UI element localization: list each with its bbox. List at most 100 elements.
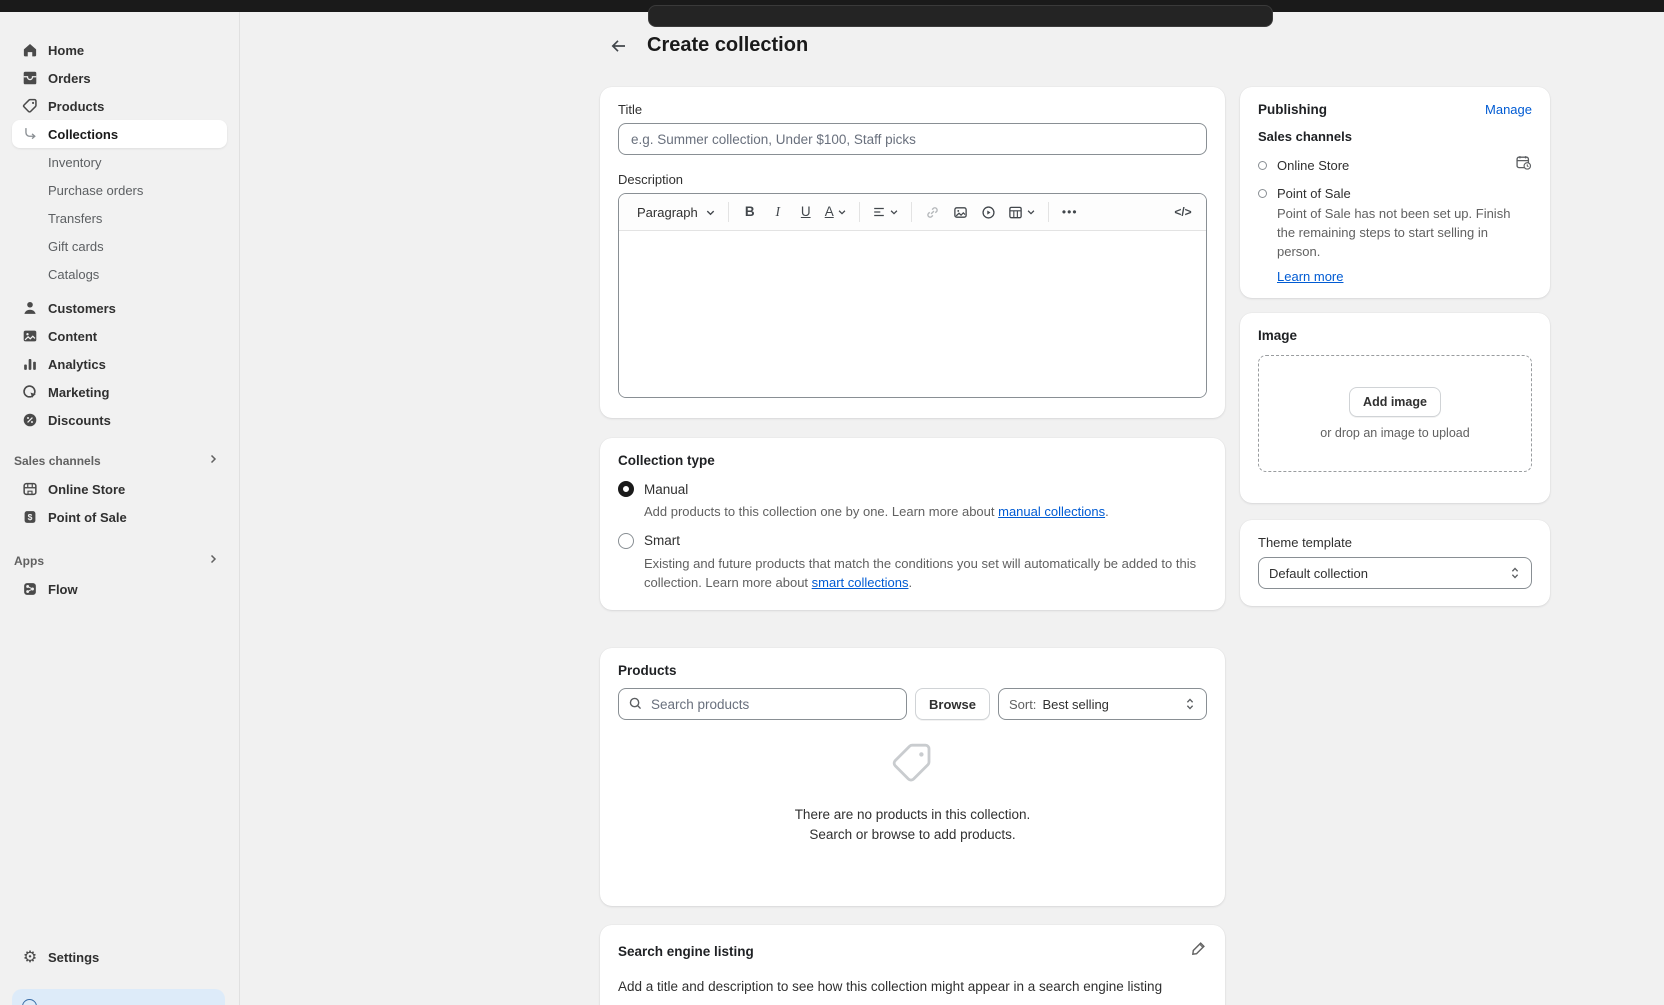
sidebar-item-transfers[interactable]: Transfers <box>12 204 227 232</box>
image-heading: Image <box>1258 328 1532 343</box>
sidebar-item-label: Gift cards <box>48 239 104 254</box>
sales-channels-subheading: Sales channels <box>1258 129 1532 144</box>
sidebar-item-purchase-orders[interactable]: Purchase orders <box>12 176 227 204</box>
sidebar-item-home[interactable]: Home <box>12 36 227 64</box>
chevron-down-icon <box>705 207 716 218</box>
sidebar-item-label: Home <box>48 43 84 58</box>
channel-status-icon <box>1258 189 1267 198</box>
sort-select[interactable]: Sort: Best selling <box>998 688 1207 720</box>
sidebar-item-analytics[interactable]: Analytics <box>12 350 227 378</box>
sidebar-item-customers[interactable]: Customers <box>12 294 227 322</box>
description-textarea[interactable] <box>619 231 1206 397</box>
play-circle-icon <box>981 205 996 220</box>
sidebar-item-label: Purchase orders <box>48 183 143 198</box>
more-options-button[interactable]: ••• <box>1057 199 1083 225</box>
products-empty-state: There are no products in this collection… <box>618 740 1207 844</box>
pos-setup-note: Point of Sale has not been set up. Finis… <box>1277 205 1532 262</box>
chevron-down-icon <box>837 207 847 217</box>
add-image-button[interactable]: Add image <box>1349 387 1441 417</box>
sidebar-item-inventory[interactable]: Inventory <box>12 148 227 176</box>
toolbar-divider <box>911 202 912 222</box>
table-dropdown[interactable] <box>1004 199 1040 225</box>
schedule-calendar-icon[interactable] <box>1515 154 1532 176</box>
manual-collections-link[interactable]: manual collections <box>998 504 1105 519</box>
sidebar-item-label: Catalogs <box>48 267 99 282</box>
image-dropzone[interactable]: Add image or drop an image to upload <box>1258 355 1532 472</box>
sidebar-bottom-banner[interactable] <box>12 989 225 1005</box>
browse-button[interactable]: Browse <box>915 688 990 720</box>
edit-pencil-icon[interactable] <box>1190 940 1207 962</box>
rich-text-editor: Paragraph B I U A <box>618 193 1207 398</box>
sidebar-item-products[interactable]: Products <box>12 92 227 120</box>
manage-link[interactable]: Manage <box>1485 102 1532 117</box>
radio-selected-icon[interactable] <box>618 481 634 497</box>
sidebar-item-point-of-sale[interactable]: $ Point of Sale <box>12 503 227 531</box>
products-controls: Browse Sort: Best selling <box>618 688 1207 720</box>
pos-icon: $ <box>20 507 40 527</box>
bold-button[interactable]: B <box>737 199 763 225</box>
show-html-button[interactable]: </> <box>1170 199 1196 225</box>
sidebar-item-label: Collections <box>48 127 118 142</box>
gear-icon: ⚙ <box>20 947 40 967</box>
alignment-dropdown[interactable] <box>868 199 903 225</box>
products-heading: Products <box>618 663 1207 678</box>
sidebar-item-marketing[interactable]: Marketing <box>12 378 227 406</box>
sidebar-item-orders[interactable]: Orders <box>12 64 227 92</box>
learn-more-link[interactable]: Learn more <box>1277 269 1343 284</box>
storefront-icon <box>20 479 40 499</box>
sidebar-nav: Home Orders Products Collections Invento… <box>0 12 240 1005</box>
smart-collections-link[interactable]: smart collections <box>812 575 909 590</box>
person-icon <box>20 298 40 318</box>
channel-row-point-of-sale: Point of Sale <box>1258 186 1532 201</box>
manual-description: Add products to this collection one by o… <box>644 502 1207 522</box>
card-title-description: Title Description Paragraph B I U A <box>600 87 1225 418</box>
sidebar-item-content[interactable]: Content <box>12 322 227 350</box>
channel-status-icon <box>1258 161 1267 170</box>
insert-image-button[interactable] <box>948 199 974 225</box>
topbar-search-field[interactable] <box>648 5 1273 27</box>
chevron-down-icon <box>1026 207 1036 217</box>
paragraph-style-dropdown[interactable]: Paragraph <box>629 199 720 225</box>
sidebar-item-online-store[interactable]: Online Store <box>12 475 227 503</box>
search-products-input[interactable] <box>618 688 907 720</box>
title-input[interactable] <box>618 123 1207 155</box>
card-collection-type: Collection type Manual Add products to t… <box>600 438 1225 610</box>
sidebar-item-label: Orders <box>48 71 91 86</box>
card-theme-template: Theme template Default collection <box>1240 520 1550 606</box>
radio-smart[interactable]: Smart <box>618 533 1207 549</box>
sidebar-item-label: Point of Sale <box>48 510 127 525</box>
sidebar-item-gift-cards[interactable]: Gift cards <box>12 232 227 260</box>
italic-button[interactable]: I <box>765 199 791 225</box>
underline-button[interactable]: U <box>793 199 819 225</box>
sidebar-item-label: Content <box>48 329 97 344</box>
channel-row-online-store: Online Store <box>1258 154 1532 176</box>
tag-outline-icon <box>889 740 937 788</box>
sidebar-item-catalogs[interactable]: Catalogs <box>12 260 227 288</box>
card-image: Image Add image or drop an image to uplo… <box>1240 313 1550 503</box>
insert-video-button[interactable] <box>976 199 1002 225</box>
home-icon <box>20 40 40 60</box>
sidebar-item-collections[interactable]: Collections <box>12 120 227 148</box>
link-button[interactable] <box>920 199 946 225</box>
text-color-dropdown[interactable]: A <box>821 199 851 225</box>
description-label: Description <box>618 172 1207 187</box>
back-button[interactable] <box>608 35 630 57</box>
tag-icon <box>20 96 40 116</box>
seo-description: Add a title and description to see how t… <box>618 979 1207 994</box>
sidebar-item-discounts[interactable]: Discounts <box>12 406 227 434</box>
card-products: Products Browse Sort: Best selling There… <box>600 648 1225 906</box>
table-icon <box>1008 205 1023 220</box>
sidebar-item-label: Analytics <box>48 357 106 372</box>
radio-unselected-icon[interactable] <box>618 533 634 549</box>
sidebar-section-sales-channels[interactable]: Sales channels <box>12 447 227 475</box>
updown-chevron-icon <box>1184 697 1196 711</box>
theme-template-select[interactable]: Default collection <box>1258 557 1532 589</box>
seo-heading: Search engine listing <box>618 944 754 959</box>
empty-state-line1: There are no products in this collection… <box>618 805 1207 825</box>
chevron-right-icon <box>207 452 219 470</box>
sidebar-item-label: Customers <box>48 301 116 316</box>
sidebar-section-apps[interactable]: Apps <box>12 547 227 575</box>
sidebar-item-flow[interactable]: Flow <box>12 575 227 603</box>
radio-manual[interactable]: Manual <box>618 481 1207 497</box>
sidebar-item-settings[interactable]: ⚙ Settings <box>12 943 227 971</box>
